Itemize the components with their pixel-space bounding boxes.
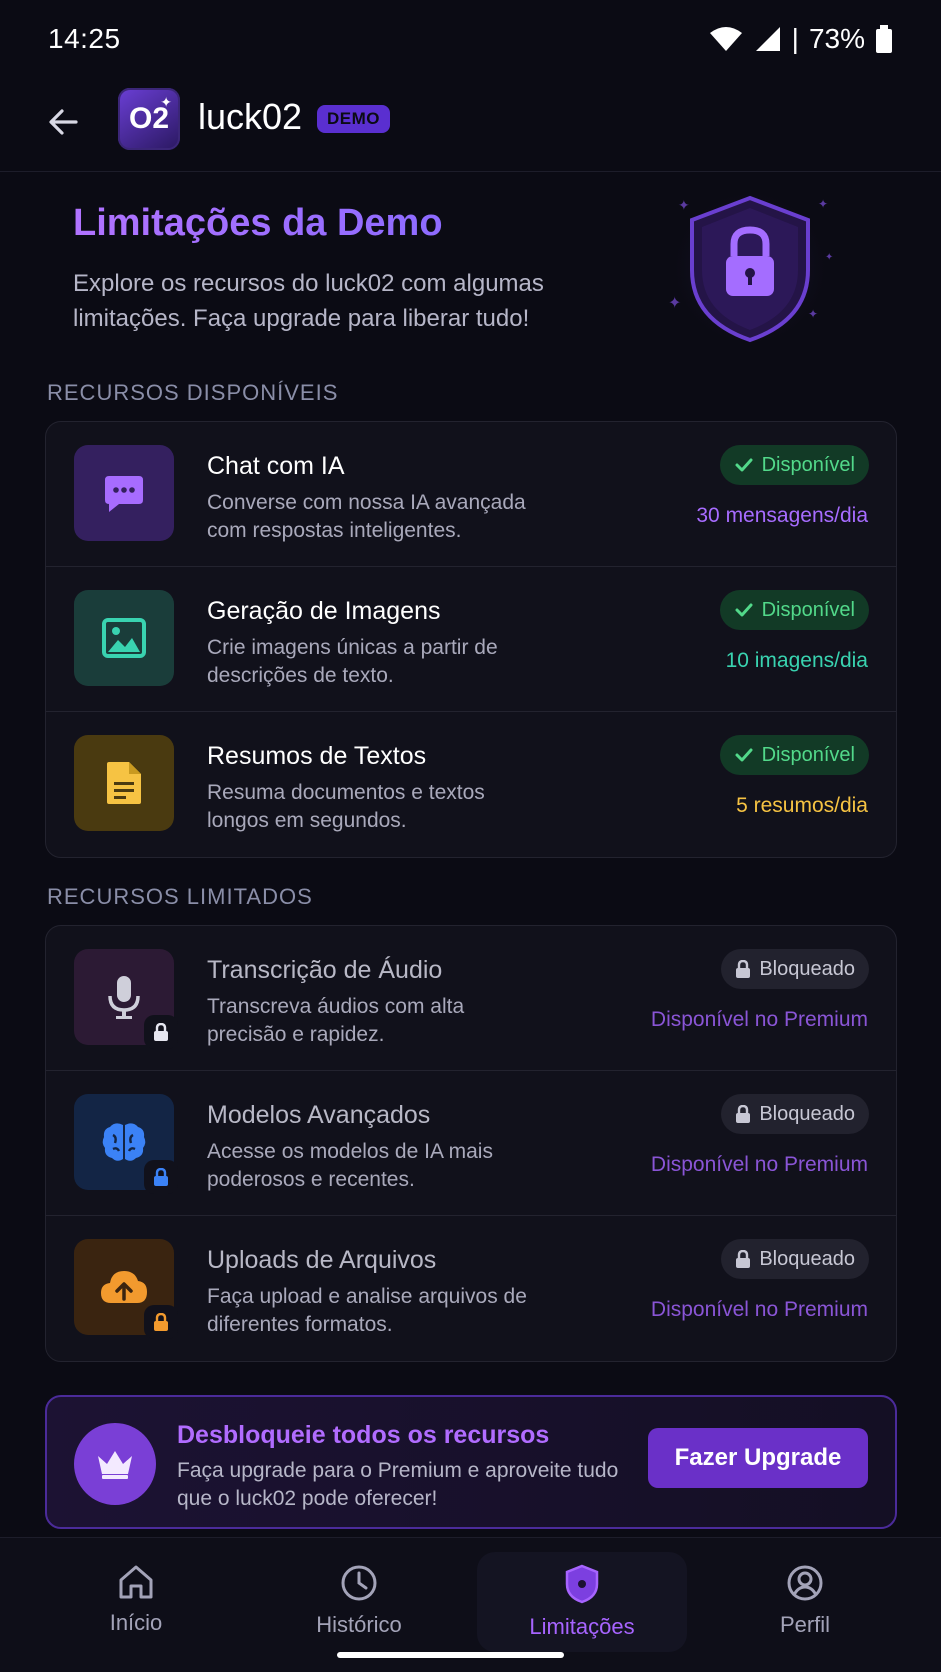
lock-icon xyxy=(736,960,751,978)
wifi-icon xyxy=(709,27,742,51)
status-label: Disponível xyxy=(761,598,855,621)
microphone-icon xyxy=(74,949,178,1049)
lock-icon xyxy=(736,1105,751,1123)
premium-note: Disponível no Premium xyxy=(650,1153,868,1176)
section-title-available: RECURSOS DISPONÍVEIS xyxy=(47,380,339,405)
feature-title: Resumos de Textos xyxy=(207,742,427,770)
nav-label: Limitações xyxy=(529,1614,635,1639)
feature-quota: 10 imagens/dia xyxy=(725,649,868,672)
status-time: 14:25 xyxy=(48,23,121,54)
status-label: Bloqueado xyxy=(759,957,855,980)
feature-quota: 30 mensagens/dia xyxy=(696,504,868,527)
nav-item-profile[interactable]: Perfil xyxy=(700,1552,910,1652)
check-icon xyxy=(735,748,753,762)
upgrade-button[interactable]: Fazer Upgrade xyxy=(648,1428,868,1488)
svg-text:✦: ✦ xyxy=(668,295,681,312)
status-label: Disponível xyxy=(761,453,855,476)
back-button[interactable] xyxy=(44,102,84,142)
nav-label: Início xyxy=(109,1610,163,1635)
page-title: Limitações da Demo xyxy=(73,202,443,244)
image-icon xyxy=(74,590,174,686)
battery-percent: 73% xyxy=(808,23,865,54)
feature-title: Geração de Imagens xyxy=(207,597,441,625)
feature-title: Chat com IA xyxy=(207,452,345,480)
history-icon xyxy=(341,1565,377,1601)
available-features-list: Chat com IA Converse com nossa IA avança… xyxy=(45,421,897,858)
nav-item-limitations[interactable]: Limitações xyxy=(477,1552,687,1652)
status-bar: 14:25 | 73% xyxy=(0,0,941,78)
status-badge: Bloqueado xyxy=(721,949,869,989)
check-icon xyxy=(735,603,753,617)
status-badge: Bloqueado xyxy=(721,1239,869,1279)
home-icon xyxy=(119,1565,153,1599)
svg-text:✦: ✦ xyxy=(825,252,833,263)
feature-title: Transcrição de Áudio xyxy=(207,956,443,984)
brain-icon xyxy=(74,1094,178,1194)
crown-icon xyxy=(74,1423,156,1505)
lock-icon xyxy=(736,1250,751,1268)
nav-item-history[interactable]: Histórico xyxy=(254,1552,464,1652)
app-logo: O2 ✦ xyxy=(118,88,180,150)
nav-item-home[interactable]: Início xyxy=(31,1552,241,1652)
feature-description: Resuma documentos e textos longos em seg… xyxy=(207,781,485,832)
demo-badge: DEMO xyxy=(317,105,390,133)
shield-lock-icon: ✦ ✦ ✦ ✦ ✦ xyxy=(668,190,833,348)
status-badge: Disponível xyxy=(719,590,869,630)
lock-icon xyxy=(144,1305,178,1339)
shield-icon xyxy=(565,1564,599,1604)
cloud-upload-icon xyxy=(74,1239,178,1339)
status-label: Disponível xyxy=(761,743,855,766)
feature-quota: 5 resumos/dia xyxy=(736,794,868,817)
lock-icon xyxy=(144,1015,178,1049)
premium-note: Disponível no Premium xyxy=(650,1298,868,1321)
premium-note: Disponível no Premium xyxy=(650,1008,868,1031)
limited-features-list: Transcrição de Áudio Transcreva áudios c… xyxy=(45,925,897,1362)
feature-title: Modelos Avançados xyxy=(207,1101,431,1129)
app-name: luck02 xyxy=(198,96,303,137)
feature-card-images[interactable]: Geração de Imagens Crie imagens únicas a… xyxy=(46,567,896,712)
check-icon xyxy=(735,458,753,472)
feature-description: Acesse os modelos de IA mais poderosos e… xyxy=(207,1140,493,1191)
home-indicator[interactable] xyxy=(337,1652,564,1658)
signal-icon xyxy=(755,27,780,51)
profile-icon xyxy=(787,1565,823,1601)
upgrade-title: Desbloqueie todos os recursos xyxy=(177,1421,550,1449)
sparkle-icon: ✦ xyxy=(160,94,172,110)
svg-text:✦: ✦ xyxy=(678,197,690,213)
feature-description: Converse com nossa IA avançada com respo… xyxy=(207,491,526,542)
battery-icon xyxy=(876,25,892,53)
nav-label: Perfil xyxy=(779,1612,831,1637)
status-badge: Bloqueado xyxy=(721,1094,869,1134)
feature-card-chat[interactable]: Chat com IA Converse com nossa IA avança… xyxy=(46,422,896,567)
feature-card-summaries[interactable]: Resumos de Textos Resuma documentos e te… xyxy=(46,712,896,857)
arrow-left-icon xyxy=(49,109,78,135)
nav-label: Histórico xyxy=(316,1612,402,1637)
status-label: Bloqueado xyxy=(759,1102,855,1125)
feature-description: Faça upload e analise arquivos de difere… xyxy=(207,1285,527,1336)
status-badge: Disponível xyxy=(719,445,869,485)
chat-icon xyxy=(74,445,174,541)
status-icons: | 73% xyxy=(708,23,893,55)
status-label: Bloqueado xyxy=(759,1247,855,1270)
feature-title: Uploads de Arquivos xyxy=(207,1246,437,1274)
status-badge: Disponível xyxy=(719,735,869,775)
page-description: Explore os recursos do luck02 com alguma… xyxy=(73,270,544,332)
feature-card-uploads[interactable]: Uploads de Arquivos Faça upload e analis… xyxy=(46,1216,896,1361)
app-header: O2 ✦ luck02 DEMO xyxy=(0,78,941,172)
document-icon xyxy=(74,735,174,831)
upgrade-banner: Desbloqueie todos os recursos Faça upgra… xyxy=(45,1395,897,1529)
feature-card-models[interactable]: Modelos Avançados Acesse os modelos de I… xyxy=(46,1071,896,1216)
lock-icon xyxy=(144,1160,178,1194)
section-title-limited: RECURSOS LIMITADOS xyxy=(47,884,313,909)
svg-text:✦: ✦ xyxy=(818,197,828,211)
svg-text:✦: ✦ xyxy=(808,307,818,321)
feature-card-audio[interactable]: Transcrição de Áudio Transcreva áudios c… xyxy=(46,926,896,1071)
feature-description: Transcreva áudios com alta precisão e ra… xyxy=(207,995,465,1046)
feature-description: Crie imagens únicas a partir de descriçõ… xyxy=(207,636,498,687)
upgrade-description: Faça upgrade para o Premium e aproveite … xyxy=(177,1459,619,1510)
